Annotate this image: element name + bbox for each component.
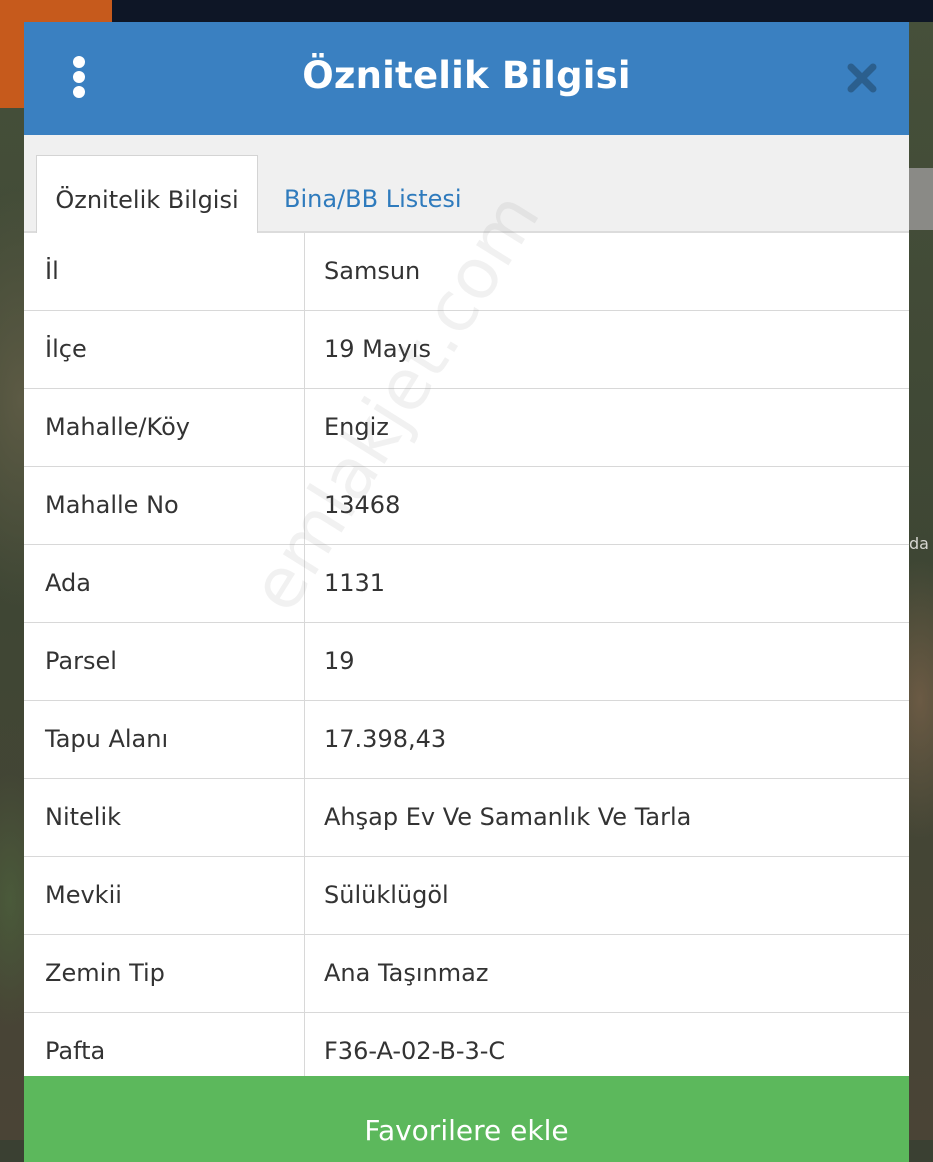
map-right-edge-block (909, 168, 933, 230)
table-row: Tapu Alanı 17.398,43 (24, 701, 909, 779)
row-label: Tapu Alanı (45, 725, 169, 753)
attribute-info-dialog: Öznitelik Bilgisi Öznitelik Bilgisi Bina… (24, 22, 909, 1162)
table-row: Mevkii Sülüklügöl (24, 857, 909, 935)
table-row: Nitelik Ahşap Ev Ve Samanlık Ve Tarla (24, 779, 909, 857)
row-value: 17.398,43 (324, 725, 447, 753)
row-value: Sülüklügöl (324, 881, 449, 909)
table-row: Mahalle No 13468 (24, 467, 909, 545)
table-row: Zemin Tip Ana Taşınmaz (24, 935, 909, 1013)
attribute-table: İl Samsun İlçe 19 Mayıs Mahalle/Köy Engi… (24, 233, 909, 1091)
tab-building-list[interactable]: Bina/BB Listesi (284, 155, 462, 231)
tab-bar: Öznitelik Bilgisi Bina/BB Listesi (24, 135, 909, 233)
cell-divider (304, 467, 305, 544)
table-row: İl Samsun (24, 233, 909, 311)
row-value: 19 Mayıs (324, 335, 431, 363)
table-row: Mahalle/Köy Engiz (24, 389, 909, 467)
cell-divider (304, 779, 305, 856)
row-value: Ana Taşınmaz (324, 959, 489, 987)
row-label: Mahalle No (45, 491, 179, 519)
table-row: Parsel 19 (24, 623, 909, 701)
cell-divider (304, 935, 305, 1012)
dialog-title: Öznitelik Bilgisi (302, 54, 631, 97)
row-label: Parsel (45, 647, 117, 675)
row-value: Ahşap Ev Ve Samanlık Ve Tarla (324, 803, 692, 831)
row-value: 13468 (324, 491, 401, 519)
row-label: Zemin Tip (45, 959, 165, 987)
cell-divider (304, 233, 305, 310)
cell-divider (304, 701, 305, 778)
map-top-bar (0, 0, 933, 22)
row-value: Engiz (324, 413, 389, 441)
tab-attribute-info[interactable]: Öznitelik Bilgisi (36, 155, 258, 233)
row-label: Ada (45, 569, 91, 597)
row-value: 19 (324, 647, 355, 675)
cell-divider (304, 389, 305, 466)
row-label: İl (45, 257, 59, 285)
table-row: İlçe 19 Mayıs (24, 311, 909, 389)
row-label: Mevkii (45, 881, 122, 909)
cell-divider (304, 311, 305, 388)
table-row: Ada 1131 (24, 545, 909, 623)
row-value: 1131 (324, 569, 386, 597)
close-icon[interactable] (842, 58, 882, 98)
row-label: Nitelik (45, 803, 122, 831)
row-label: Mahalle/Köy (45, 413, 190, 441)
cell-divider (304, 623, 305, 700)
row-label: İlçe (45, 335, 87, 363)
cell-divider (304, 857, 305, 934)
row-value: Samsun (324, 257, 421, 285)
map-edge-label: da (909, 534, 929, 553)
dialog-header: Öznitelik Bilgisi (24, 22, 909, 135)
cell-divider (304, 545, 305, 622)
add-to-favorites-button[interactable]: Favorilere ekle (24, 1076, 909, 1162)
